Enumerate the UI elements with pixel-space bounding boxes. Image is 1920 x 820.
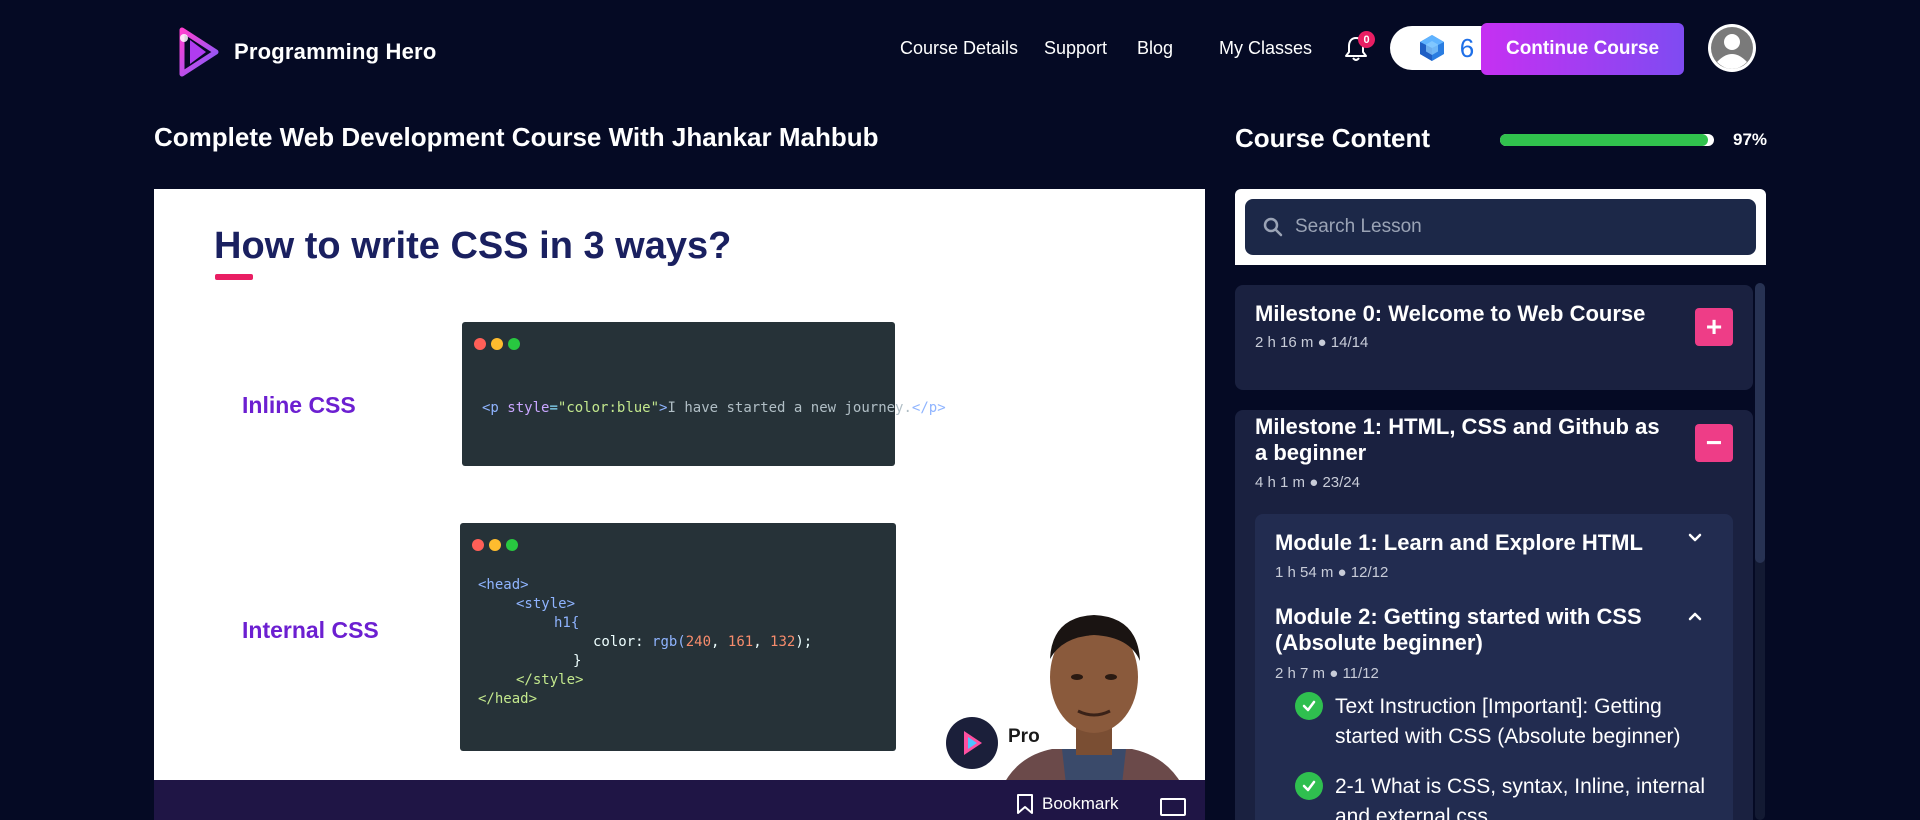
- code-token: <p: [482, 400, 508, 416]
- lesson-title: 2-1 What is CSS, syntax, Inline, interna…: [1335, 775, 1705, 820]
- course-title: Complete Web Development Course With Jha…: [154, 122, 879, 152]
- course-progress-bar: [1500, 134, 1714, 146]
- milestone-item-0[interactable]: Milestone 0: Welcome to Web Course 2 h 1…: [1235, 285, 1753, 390]
- lesson-item-1[interactable]: Text Instruction [Important]: Getting st…: [1295, 692, 1715, 752]
- module-progress: 12/12: [1350, 564, 1389, 581]
- code-token: rgb(: [652, 634, 686, 650]
- code-token: "color:blue": [557, 400, 660, 416]
- dot-yellow-icon: [489, 539, 501, 551]
- slide-underline: [215, 274, 253, 280]
- milestone-expand-button[interactable]: +: [1695, 308, 1733, 346]
- chevron-up-icon[interactable]: [1687, 608, 1703, 624]
- theater-mode-icon[interactable]: [1160, 798, 1186, 816]
- sidebar-scrollbar[interactable]: [1755, 283, 1765, 820]
- milestone-collapse-button[interactable]: −: [1695, 424, 1733, 462]
- code-line: </head>: [478, 691, 538, 707]
- code-token: </p>: [911, 400, 946, 416]
- milestone-title: Milestone 0: Welcome to Web Course: [1255, 301, 1646, 326]
- module-duration: 1 h 54 m: [1275, 564, 1334, 581]
- slide-label-inline: Inline CSS: [242, 392, 356, 418]
- search-panel: [1235, 189, 1766, 265]
- code-line: color: rgb(240, 161, 132);: [593, 634, 812, 650]
- course-progress-percent: 97%: [1733, 130, 1768, 149]
- nav-link-my-classes[interactable]: My Classes: [1219, 38, 1312, 59]
- code-line: <p style="color:blue">I have started a n…: [482, 400, 946, 416]
- code-token: color:: [593, 634, 653, 650]
- milestone-progress: 23/24: [1322, 474, 1360, 491]
- code-token: 161: [727, 634, 754, 650]
- chevron-down-icon[interactable]: [1687, 530, 1703, 546]
- milestone-title: Milestone 1: HTML, CSS and Github as a b…: [1255, 414, 1660, 465]
- module-title-1[interactable]: Module 1: Learn and Explore HTML: [1275, 530, 1643, 556]
- window-dots: [472, 539, 518, 551]
- code-token: style: [507, 400, 550, 416]
- code-token: ,: [711, 634, 728, 650]
- module-duration: 2 h 7 m: [1275, 665, 1326, 682]
- completed-check-icon: [1295, 772, 1323, 800]
- lesson-item-2[interactable]: 2-1 What is CSS, syntax, Inline, interna…: [1295, 772, 1715, 820]
- code-box-inline: <p style="color:blue">I have started a n…: [462, 322, 946, 466]
- gems-count: 6: [1459, 32, 1475, 63]
- milestone-progress: 14/14: [1330, 334, 1369, 351]
- module-meta-2: 2 h 7 m ● 11/12: [1275, 665, 1379, 682]
- code-token: 240: [685, 634, 712, 650]
- milestone-meta: 4 h 1 m ● 23/24: [1255, 474, 1360, 491]
- page: Programming Hero Course Details Support …: [0, 0, 1920, 820]
- search-box: [1245, 199, 1756, 255]
- code-token: =: [549, 400, 558, 416]
- code-token: 132: [770, 634, 796, 650]
- module-progress: 11/12: [1342, 665, 1379, 682]
- code-line: <style>: [516, 596, 576, 612]
- completed-check-icon: [1295, 692, 1323, 720]
- dot-green-icon: [508, 338, 520, 350]
- nav-link-course-details[interactable]: Course Details: [900, 38, 1018, 59]
- dot-red-icon: [474, 338, 486, 350]
- code-line: }: [573, 653, 582, 669]
- bookmark-icon: [1017, 794, 1033, 814]
- milestone-duration: 2 h 16 m: [1255, 334, 1314, 351]
- nav-link-blog[interactable]: Blog: [1137, 38, 1173, 59]
- search-icon: [1263, 217, 1283, 237]
- module-list: Module 1: Learn and Explore HTML 1 h 54 …: [1255, 514, 1733, 820]
- code-token: );: [795, 634, 813, 650]
- nav-link-support[interactable]: Support: [1044, 38, 1107, 59]
- bookmark-label: Bookmark: [1042, 794, 1119, 813]
- search-lesson-input[interactable]: [1295, 216, 1735, 238]
- code-box-internal: <head> <style> h1{ color: rgb(240, 161, …: [460, 523, 896, 751]
- top-navbar: Programming Hero Course Details Support …: [0, 0, 1920, 98]
- slide-heading: How to write CSS in 3 ways?: [214, 225, 732, 267]
- lesson-title: Text Instruction [Important]: Getting st…: [1335, 695, 1681, 748]
- code-line: </style>: [516, 672, 584, 688]
- dot-green-icon: [506, 539, 518, 551]
- notification-badge: 0: [1358, 31, 1375, 48]
- programming-hero-logo-icon: [179, 27, 219, 77]
- code-token: I have started a new journey.: [667, 400, 912, 416]
- milestone-duration: 4 h 1 m: [1255, 474, 1306, 491]
- slide-label-internal: Internal CSS: [242, 617, 379, 643]
- sidebar-scrollbar-thumb[interactable]: [1755, 283, 1765, 563]
- brand-logo[interactable]: Programming Hero: [176, 26, 436, 78]
- dot-yellow-icon: [491, 338, 503, 350]
- video-player[interactable]: How to write CSS in 3 ways? Inline CSS I…: [154, 189, 1205, 820]
- module-meta-1: 1 h 54 m ● 12/12: [1275, 564, 1389, 581]
- user-avatar[interactable]: [1708, 24, 1756, 72]
- course-content-title: Course Content: [1235, 123, 1430, 153]
- code-line: <head>: [478, 577, 529, 593]
- module-title-2[interactable]: Module 2: Getting started with CSS (Abso…: [1275, 604, 1675, 656]
- milestone-meta: 2 h 16 m ● 14/14: [1255, 334, 1369, 351]
- window-dots: [474, 338, 520, 350]
- user-avatar-icon: [1709, 25, 1755, 71]
- code-token: ,: [753, 634, 771, 650]
- continue-course-button[interactable]: Continue Course: [1481, 23, 1684, 75]
- bookmark-button[interactable]: Bookmark: [1016, 793, 1119, 815]
- brand-name: Programming Hero: [234, 39, 437, 64]
- code-line: h1{: [554, 615, 580, 631]
- dot-red-icon: [472, 539, 484, 551]
- gem-icon: [1419, 35, 1444, 61]
- course-progress-fill: [1500, 134, 1708, 146]
